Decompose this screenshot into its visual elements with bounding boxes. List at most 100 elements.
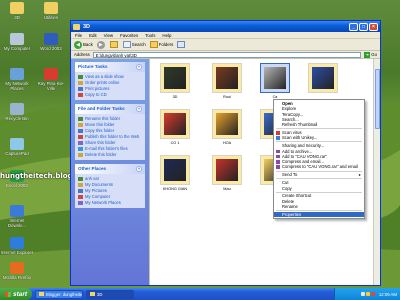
back-label: Back [83, 42, 93, 47]
task-panel: Other Places ˄ anh vat My Documents My Pictu… [75, 164, 145, 208]
vertical-scrollbar[interactable] [373, 59, 380, 285]
forward-button[interactable]: ▶ [96, 40, 106, 49]
search-button[interactable]: Search [122, 41, 146, 48]
desktop-shortcut[interactable]: Word 2003 [34, 33, 68, 51]
chevron-up-icon[interactable]: ˄ [136, 106, 142, 112]
picture-thumbnail[interactable] [306, 63, 340, 95]
task-link-label: Delete this folder [85, 152, 117, 157]
task-panel-header[interactable]: Other Places ˄ [75, 164, 145, 174]
menu-item-label: Scan with Unikey... [282, 135, 318, 141]
close-button[interactable]: × [369, 22, 378, 31]
desktop-shortcut[interactable]: Utilities [34, 2, 68, 20]
maximize-button[interactable]: □ [359, 22, 368, 31]
menu-item-label: TeraCopy... [282, 111, 304, 117]
thumbnail-frame [212, 109, 242, 139]
picture-thumbnail[interactable]: Mau [210, 155, 244, 191]
antivirus-icon[interactable] [370, 292, 375, 296]
window-title: 3D [83, 23, 91, 30]
desktop-shortcut[interactable]: 3D [0, 2, 34, 20]
thumbnail-frame [260, 63, 290, 93]
shortcut-icon [10, 237, 24, 249]
shortcut-icon [44, 33, 58, 45]
desktop-shortcut[interactable]: Internet Explorer [0, 237, 34, 255]
picture-thumbnail[interactable]: KHONG GIAN [158, 155, 192, 191]
desktop-shortcut[interactable]: My Computer [0, 33, 34, 51]
task-icon [78, 141, 83, 145]
scrollbar-thumb[interactable] [375, 69, 380, 129]
minimize-button[interactable]: _ [349, 22, 358, 31]
task-link[interactable]: Delete this folder [78, 152, 142, 158]
menu-file[interactable]: File [75, 33, 82, 38]
thumbnail-frame [160, 109, 190, 139]
address-input[interactable]: E:\dungvit\anh vat\3D [92, 51, 362, 58]
title-bar[interactable]: 3D _ □ × [71, 21, 380, 32]
task-app-icon [90, 292, 95, 296]
desktop-shortcut[interactable]: My Network Places [0, 68, 34, 91]
taskbar-button[interactable]: 3D [86, 289, 134, 299]
task-icon [78, 129, 83, 133]
menu-edit[interactable]: Edit [89, 33, 97, 38]
network-icon[interactable] [360, 292, 365, 296]
start-button[interactable]: start [0, 288, 32, 300]
desktop-shortcut[interactable]: CapturePad [0, 138, 34, 156]
shortcut-label: Excel 2003 [6, 183, 28, 188]
picture-thumbnail[interactable]: 3D [158, 63, 192, 99]
menu-item-copy[interactable]: Copy [274, 186, 364, 191]
shortcut-icon [10, 2, 24, 14]
up-folder-button[interactable] [109, 41, 119, 48]
task-link[interactable]: My Network Places [78, 200, 142, 206]
menu-favorites[interactable]: Favorites [120, 33, 138, 38]
menu-tools[interactable]: Tools [145, 33, 155, 38]
taskbar-button[interactable]: Blogger: dungtheitech... [35, 289, 83, 299]
task-icon [78, 177, 83, 181]
task-icon [78, 147, 83, 151]
shortcut-icon [10, 138, 24, 150]
shortcut-icon [10, 33, 24, 45]
menu-item-scan-with-unikey[interactable]: Scan with Unikey... [274, 135, 364, 140]
menu-item-label: Add to "CAU VONG.rar" [282, 153, 327, 159]
picture-thumbnail[interactable]: Ca [258, 63, 292, 99]
picture-thumbnail[interactable]: Ruoi [210, 63, 244, 99]
taskbar: start Blogger: dungtheitech... 3D 12:09 A… [0, 288, 400, 300]
desktop-shortcut[interactable]: Mozilla Firefox [0, 262, 34, 280]
views-button[interactable] [177, 41, 186, 48]
go-button[interactable]: ➜ Go [364, 51, 377, 58]
desktop-shortcut[interactable]: Ray Pina Kie-Ville [34, 68, 68, 91]
task-icon [78, 195, 83, 199]
shortcut-label: Internet Explorer [0, 250, 34, 255]
menu-item-compress-to-cau-vong-rar-and-email[interactable]: Compress to "CAU VONG.rar" and email [274, 164, 364, 169]
task-link[interactable]: Copy to CD [78, 92, 142, 98]
desktop-shortcut[interactable]: Internet Downlo... [0, 205, 34, 228]
menu-item-send-to[interactable]: Send To ▸ [274, 172, 364, 177]
volume-icon[interactable] [365, 292, 370, 296]
chevron-up-icon[interactable]: ˄ [136, 64, 142, 70]
context-menu: Open Explore TeraCopy... Search... Refresh T… [273, 99, 365, 220]
task-app-icon [39, 292, 44, 296]
task-panel-header[interactable]: File and Folder Tasks ˄ [75, 104, 145, 114]
picture-thumbnail[interactable]: CO 1 [158, 109, 192, 145]
folders-button[interactable]: Folders [149, 41, 173, 48]
menu-item-properties[interactable]: Properties [274, 211, 364, 218]
task-panel-body: Rename this folder Move this folder Copy t… [75, 114, 145, 160]
task-panel-title: Other Places [78, 166, 107, 171]
thumbnail-image [164, 159, 186, 181]
menu-item-label: Compress and email... [282, 159, 324, 165]
thumbnail-frame [160, 155, 190, 185]
blog-watermark-text: hungtheitech.blogspot.com [0, 172, 109, 180]
thumbnail-label: Ruoi [223, 95, 231, 99]
task-icon [78, 93, 83, 97]
menu-item-icon [276, 149, 280, 154]
task-panel-header[interactable]: Picture Tasks ˄ [75, 62, 145, 72]
menu-view[interactable]: View [104, 33, 113, 38]
shortcut-label: 3D [14, 15, 20, 20]
desktop-shortcut[interactable]: Recycle Bin [0, 103, 34, 121]
chevron-up-icon[interactable]: ˄ [136, 166, 142, 172]
go-arrow-icon: ➜ [364, 51, 371, 58]
folder-icon [73, 23, 80, 30]
menu-item-refresh-thumbnail[interactable]: Refresh Thumbnail [274, 122, 364, 127]
thumbnail-label: HOA [222, 141, 232, 145]
back-button[interactable]: ◀ Back [74, 40, 93, 49]
menu-item-rename[interactable]: Rename [274, 204, 364, 209]
picture-thumbnail[interactable]: HOA [210, 109, 244, 145]
menu-help[interactable]: Help [162, 33, 171, 38]
